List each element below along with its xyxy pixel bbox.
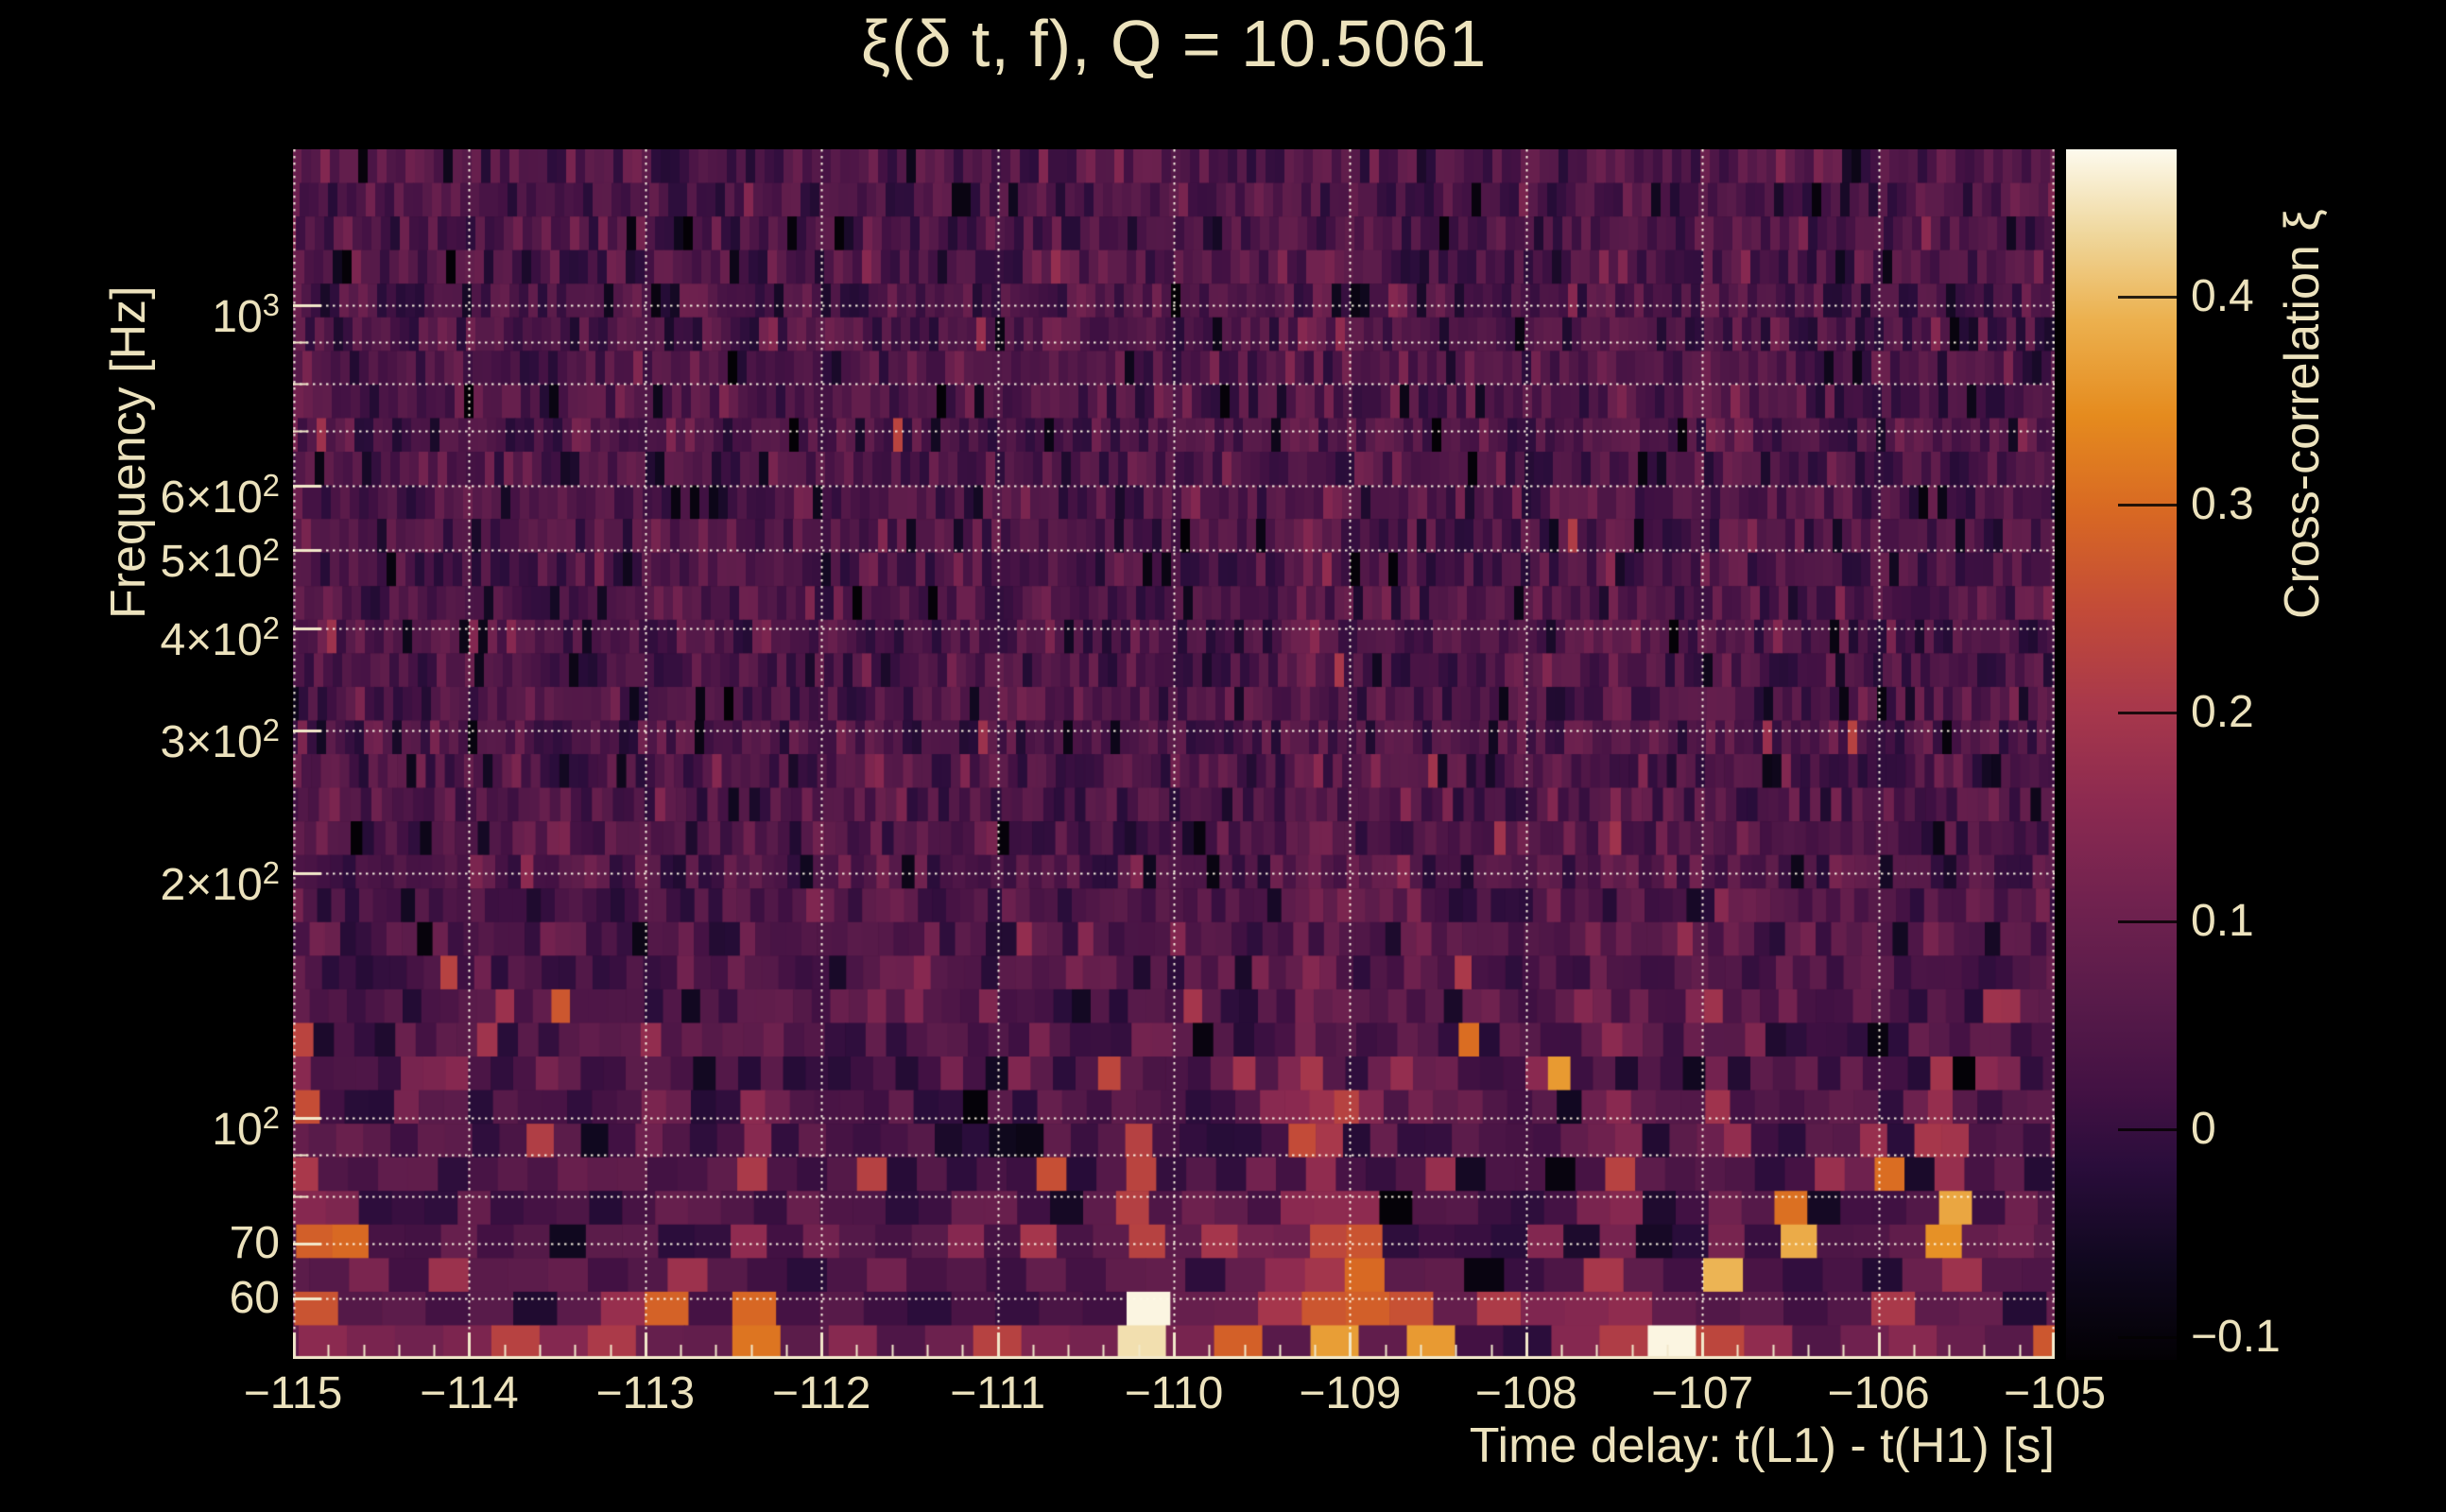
colorbar-tick-mark-0 <box>2118 1128 2177 1131</box>
colorbar-gradient <box>2066 149 2177 1360</box>
y-tick-label-60: 60 <box>38 1272 280 1325</box>
y-tick-label-70: 70 <box>38 1217 280 1270</box>
y-tick-label-400: 4×102 <box>38 602 280 667</box>
cross-correlation-chart: ξ(δ t, f), Q = 10.5061 Frequency [Hz] 10… <box>0 0 2446 1512</box>
colorbar-tick-label-0.2: 0.2 <box>2191 686 2437 739</box>
y-tick-label-600: 6×102 <box>38 459 280 524</box>
colorbar-tick-mark-0.4 <box>2118 296 2177 299</box>
colorbar-tick-mark-0.1 <box>2118 920 2177 923</box>
colorbar-tick-mark-0.3 <box>2118 504 2177 507</box>
y-tick-label-300: 3×102 <box>38 704 280 769</box>
y-tick-label-200: 2×102 <box>38 847 280 912</box>
colorbar-tick-label-0: 0 <box>2191 1103 2437 1156</box>
x-tick-label-−105: −105 <box>1951 1368 2159 1419</box>
heatmap-plot <box>293 149 2055 1359</box>
chart-title: ξ(δ t, f), Q = 10.5061 <box>293 2 2055 87</box>
y-tick-label-100: 102 <box>38 1091 280 1157</box>
colorbar-tick-label-−0.1: −0.1 <box>2191 1311 2437 1364</box>
colorbar-title: Cross-correlation ξ <box>2276 146 2329 619</box>
colorbar-tick-mark-−0.1 <box>2118 1336 2177 1339</box>
y-tick-label-1000: 103 <box>38 279 280 344</box>
y-tick-label-500: 5×102 <box>38 524 280 589</box>
x-axis-title: Time delay: t(L1) - t(H1) [s] <box>293 1418 2055 1474</box>
colorbar-tick-mark-0.2 <box>2118 712 2177 714</box>
colorbar-tick-label-0.1: 0.1 <box>2191 895 2437 948</box>
